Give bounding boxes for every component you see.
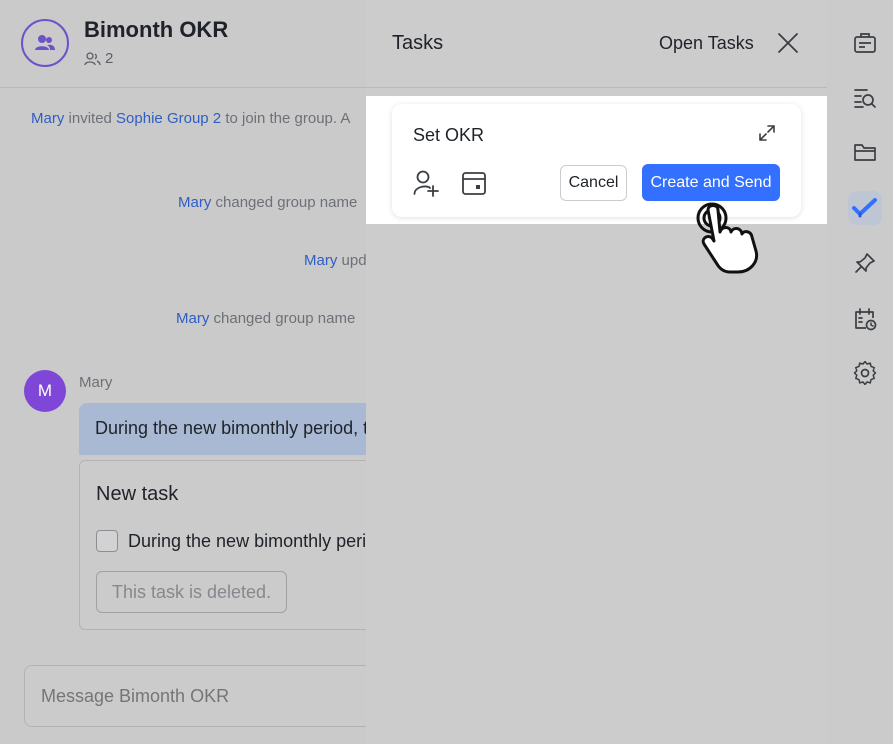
task-card[interactable]: New task During the new bimonthly perio … — [79, 460, 366, 630]
message-bubble: During the new bimonthly period, t — [79, 403, 366, 455]
search-list-icon — [854, 89, 876, 108]
user-link[interactable]: Mary — [304, 252, 337, 269]
member-count-value: 2 — [105, 50, 114, 67]
task-text: During the new bimonthly perio — [128, 531, 366, 551]
rail-item-settings[interactable] — [848, 356, 882, 390]
settings-gear-icon — [853, 361, 877, 385]
task-checkbox[interactable] — [96, 530, 118, 552]
divider — [366, 87, 827, 88]
task-card-title: New task — [96, 483, 179, 505]
rail-item-schedule[interactable] — [848, 302, 882, 336]
system-text: to join the group. A — [225, 110, 351, 127]
user-link[interactable]: Group 2 — [167, 110, 221, 127]
system-message: Mary changed group name — [176, 310, 355, 327]
rail-item-announcements[interactable] — [848, 26, 882, 60]
chat-header: Bimonth OKR 2 — [0, 0, 366, 88]
folder-icon — [854, 144, 876, 161]
user-link[interactable]: Mary — [31, 110, 64, 127]
rail-item-tasks[interactable] — [848, 191, 882, 225]
tasks-panel: Tasks Open Tasks Cancel Create and Send — [366, 0, 827, 744]
pin-icon — [855, 253, 875, 273]
system-message: Mary upd — [304, 252, 366, 269]
assign-user-icon[interactable] — [413, 169, 439, 197]
cancel-button[interactable]: Cancel — [560, 165, 627, 201]
group-icon — [35, 35, 55, 50]
rail-item-search[interactable] — [848, 81, 882, 115]
user-link[interactable]: Mary — [176, 310, 209, 327]
task-title-input[interactable] — [413, 125, 713, 146]
close-icon[interactable] — [777, 32, 799, 54]
user-link[interactable]: Mary — [178, 194, 211, 211]
new-task-form: Cancel Create and Send — [392, 104, 801, 217]
panel-title: Tasks — [392, 32, 444, 54]
rail-item-pins[interactable] — [848, 246, 882, 280]
briefcase-icon — [854, 33, 876, 53]
system-text: invited — [68, 110, 112, 127]
message-input[interactable] — [41, 686, 361, 707]
group-title[interactable]: Bimonth OKR — [84, 17, 228, 43]
create-and-send-button[interactable]: Create and Send — [642, 164, 780, 201]
avatar[interactable]: M — [24, 370, 66, 412]
system-message: Mary changed group name — [178, 194, 357, 211]
expand-icon[interactable] — [758, 124, 776, 142]
user-link[interactable]: Sophie — [116, 110, 163, 127]
system-text: changed group name — [213, 310, 356, 327]
tasks-check-icon — [852, 198, 877, 218]
right-rail — [827, 0, 893, 744]
members-icon — [84, 51, 101, 65]
calendar-clock-icon — [855, 308, 877, 331]
sender-name: Mary — [79, 374, 113, 391]
member-count[interactable]: 2 — [84, 50, 113, 67]
task-deleted-button[interactable]: This task is deleted. — [96, 571, 288, 613]
message-composer[interactable] — [24, 665, 366, 727]
system-message: Mary invited Sophie Group 2 to join the … — [31, 110, 350, 127]
due-date-icon[interactable] — [461, 170, 487, 196]
chat-area: Bimonth OKR 2 Mary invited Sophie Group … — [0, 0, 366, 744]
system-text: changed group name — [215, 194, 358, 211]
system-text: upd — [341, 252, 366, 269]
open-tasks-link[interactable]: Open Tasks — [659, 33, 754, 54]
group-avatar[interactable] — [21, 19, 69, 67]
rail-item-files[interactable] — [848, 135, 882, 169]
